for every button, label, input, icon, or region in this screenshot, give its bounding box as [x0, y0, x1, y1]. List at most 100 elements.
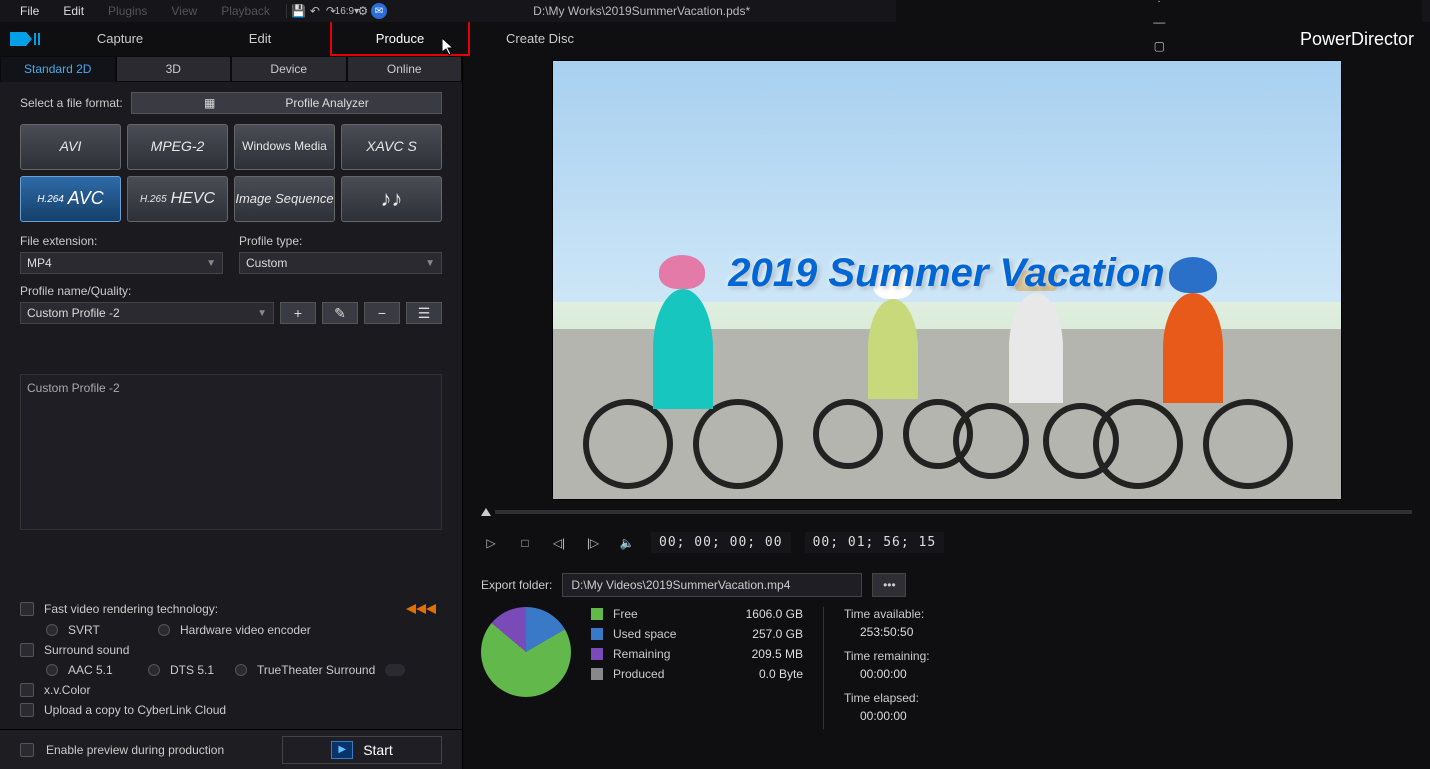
dts-radio[interactable] — [148, 664, 160, 676]
seek-track[interactable] — [495, 510, 1412, 514]
profile-type-select[interactable]: Custom ▼ — [239, 252, 442, 274]
file-extension-label: File extension: — [20, 234, 223, 248]
seek-bar[interactable] — [481, 508, 1412, 516]
tab-edit[interactable]: Edit — [190, 22, 330, 56]
menubar: File Edit Plugins View Playback 💾 ↶ ↷ 16… — [0, 0, 1430, 22]
export-folder-input[interactable] — [562, 573, 862, 597]
analyzer-icon: ▦ — [204, 96, 215, 110]
format-image-sequence[interactable]: Image Sequence — [234, 176, 335, 222]
preview-panel: 2019 Summer Vacation ▷ □ ◁| |▷ 🔈 00; 00;… — [463, 56, 1430, 769]
format-h264-avc[interactable]: H.264 H.264 AVCAVC — [20, 176, 121, 222]
menu-file[interactable]: File — [8, 4, 51, 18]
profile-description-text: Custom Profile -2 — [27, 381, 120, 395]
profile-add-button[interactable]: + — [280, 302, 316, 324]
file-extension-select[interactable]: MP4 ▼ — [20, 252, 223, 274]
prev-frame-icon[interactable]: ◁| — [549, 533, 569, 553]
seek-thumb-icon[interactable] — [481, 508, 491, 516]
format-audio[interactable]: ♪♪ — [341, 176, 442, 222]
next-frame-icon[interactable]: |▷ — [583, 533, 603, 553]
legend-swatch-used — [591, 628, 603, 640]
timecode-current: 00; 00; 00; 00 — [651, 532, 791, 553]
hw-encoder-label: Hardware video encoder — [180, 623, 311, 637]
aac-label: AAC 5.1 — [68, 663, 138, 677]
profile-name-value: Custom Profile -2 — [27, 306, 120, 320]
hw-encoder-radio[interactable] — [158, 624, 170, 636]
profile-name-select[interactable]: Custom Profile -2 ▼ — [20, 302, 274, 324]
chevron-down-icon: ▼ — [206, 258, 216, 269]
menu-plugins[interactable]: Plugins — [96, 4, 159, 18]
volume-icon[interactable]: 🔈 — [617, 533, 637, 553]
time-available-value: 253:50:50 — [844, 625, 930, 639]
stop-icon[interactable]: □ — [515, 533, 535, 553]
enable-preview-checkbox[interactable] — [20, 743, 34, 757]
time-stats: Time available: 253:50:50 Time remaining… — [823, 607, 930, 729]
help-icon[interactable]: ? — [1151, 0, 1167, 6]
format-xavcs[interactable]: XAVC S — [341, 124, 442, 170]
legend-produced-label: Produced — [613, 667, 703, 681]
truetheater-icon — [385, 664, 405, 676]
dts-label: DTS 5.1 — [170, 663, 225, 677]
truetheater-label: TrueTheater Surround — [257, 663, 375, 677]
legend-used-label: Used space — [613, 627, 703, 641]
disk-usage-pie — [481, 607, 571, 697]
profile-analyzer-button[interactable]: ▦ Profile Analyzer — [131, 92, 442, 114]
preview-title-overlay: 2019 Summer Vacation — [553, 251, 1341, 296]
notification-icon[interactable]: ✉ — [371, 3, 387, 19]
legend-used-value: 257.0 GB — [713, 627, 803, 641]
chevron-down-icon: ▼ — [425, 258, 435, 269]
subtab-3d[interactable]: 3D — [116, 56, 232, 82]
app-logo — [0, 22, 50, 56]
profile-type-value: Custom — [246, 256, 287, 270]
upload-cloud-checkbox[interactable] — [20, 703, 34, 717]
aspect-icon[interactable]: 16:9▾ — [339, 3, 355, 19]
truetheater-radio[interactable] — [235, 664, 247, 676]
xvcolor-label: x.v.Color — [44, 683, 90, 697]
legend-swatch-free — [591, 608, 603, 620]
format-avi[interactable]: AVI — [20, 124, 121, 170]
profile-delete-button[interactable]: − — [364, 302, 400, 324]
subtab-online[interactable]: Online — [347, 56, 463, 82]
video-preview[interactable]: 2019 Summer Vacation — [552, 60, 1342, 500]
minimize-icon[interactable]: — — [1151, 14, 1167, 30]
save-icon[interactable]: 💾 — [291, 3, 307, 19]
menu-view[interactable]: View — [159, 4, 209, 18]
legend-free-value: 1606.0 GB — [713, 607, 803, 621]
menu-playback[interactable]: Playback — [209, 4, 282, 18]
tab-create-disc[interactable]: Create Disc — [470, 22, 610, 56]
gear-icon[interactable]: ⚙ — [355, 3, 371, 19]
format-mpeg2[interactable]: MPEG-2 — [127, 124, 228, 170]
legend-swatch-remaining — [591, 648, 603, 660]
undo-icon[interactable]: ↶ — [307, 3, 323, 19]
legend-free-label: Free — [613, 607, 703, 621]
subtab-device[interactable]: Device — [231, 56, 347, 82]
fast-render-checkbox[interactable] — [20, 602, 34, 616]
file-extension-value: MP4 — [27, 256, 52, 270]
select-format-label: Select a file format: — [20, 96, 123, 110]
time-remaining-label: Time remaining: — [844, 649, 930, 663]
fast-render-label: Fast video rendering technology: — [44, 602, 218, 616]
format-h265-hevc[interactable]: H.265 HEVC — [127, 176, 228, 222]
maximize-icon[interactable]: ▢ — [1151, 38, 1167, 54]
aac-radio[interactable] — [46, 664, 58, 676]
subtab-standard-2d[interactable]: Standard 2D — [0, 56, 116, 82]
browse-folder-button[interactable]: ••• — [872, 573, 906, 597]
svrt-radio[interactable] — [46, 624, 58, 636]
profile-name-label: Profile name/Quality: — [20, 284, 442, 298]
xvcolor-checkbox[interactable] — [20, 683, 34, 697]
divider — [286, 4, 287, 18]
tab-produce[interactable]: Produce — [330, 22, 470, 56]
legend-remaining-label: Remaining — [613, 647, 703, 661]
svrt-label: SVRT — [68, 623, 148, 637]
produce-settings-panel: Standard 2D 3D Device Online Select a fi… — [0, 56, 463, 769]
brand-label: PowerDirector — [1300, 29, 1430, 50]
start-label: Start — [363, 742, 393, 758]
profile-details-button[interactable]: ☰ — [406, 302, 442, 324]
play-icon[interactable]: ▷ — [481, 533, 501, 553]
menu-edit[interactable]: Edit — [51, 4, 96, 18]
format-windows-media[interactable]: Windows Media — [234, 124, 335, 170]
start-button[interactable]: ▶ Start — [282, 736, 442, 764]
tab-capture[interactable]: Capture — [50, 22, 190, 56]
chevron-down-icon: ▼ — [257, 308, 267, 319]
surround-checkbox[interactable] — [20, 643, 34, 657]
profile-edit-button[interactable]: ✎ — [322, 302, 358, 324]
